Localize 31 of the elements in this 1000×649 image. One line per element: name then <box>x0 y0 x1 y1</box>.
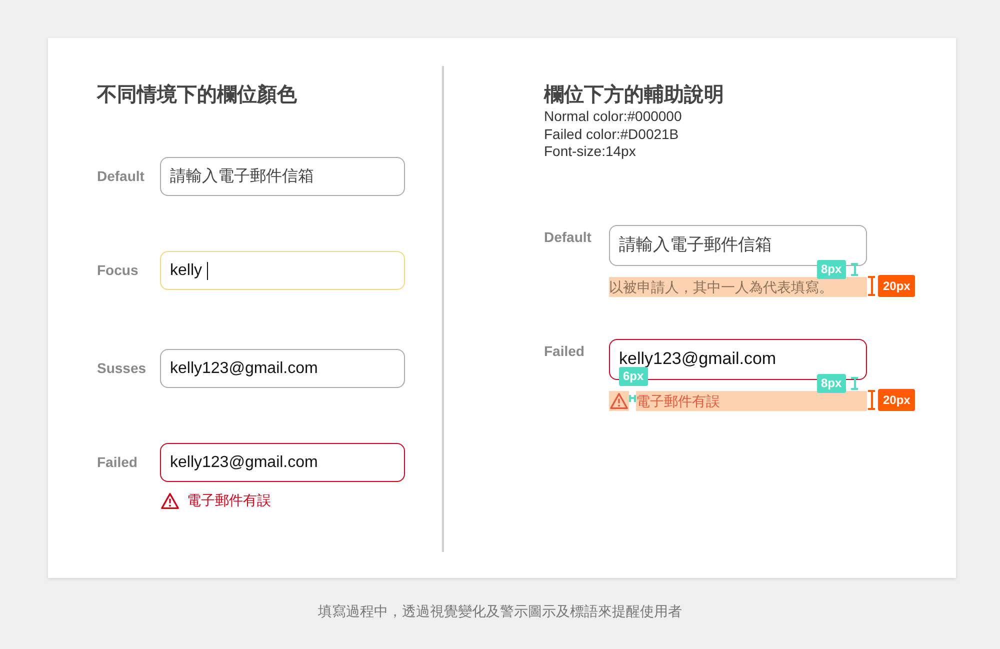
spacing-badge: 6px <box>619 366 648 386</box>
field-label: Failed <box>97 453 138 472</box>
spacing-marker <box>629 394 636 402</box>
input-field[interactable]: kelly <box>160 251 405 290</box>
height-badge: 20px <box>878 274 916 296</box>
spec-note: Failed color:#D0021B <box>544 126 680 143</box>
spacing-marker <box>851 376 858 390</box>
spec-note: Normal color:#000000 <box>544 108 683 126</box>
field-label: Failed <box>544 342 586 360</box>
caption: 填寫過程中，透過視覺變化及警示圖示及標語來提醒使用者 <box>317 602 683 621</box>
section-title: 不同情境下的欄位顏色 <box>97 82 298 108</box>
field-label: Susses <box>97 359 148 378</box>
spacing-badge: 8px <box>817 374 846 392</box>
field-label: Default <box>544 228 592 246</box>
spec-note: Font-size:14px <box>544 143 637 160</box>
field-label: Default <box>97 167 146 186</box>
error-message: 電子郵件有誤 <box>187 491 271 510</box>
warning-icon <box>610 392 628 410</box>
height-badge: 20px <box>878 388 916 410</box>
field-label: Focus <box>97 261 140 280</box>
input-field[interactable]: kelly123@gmail.com <box>160 349 405 388</box>
height-marker <box>868 276 875 296</box>
helper-text: 電子郵件有誤 <box>636 390 867 410</box>
input-field[interactable]: 請輸入電子郵件信箱 <box>160 157 405 196</box>
section-title: 欄位下方的輔助說明 <box>544 82 725 108</box>
spacing-marker <box>851 262 858 276</box>
warning-icon <box>161 492 179 510</box>
height-marker <box>868 390 875 410</box>
input-field[interactable]: kelly123@gmail.com <box>160 443 405 482</box>
spacing-badge: 8px <box>817 260 846 278</box>
helper-text: 以被申請人，其中一人為代表填寫。 <box>609 276 867 296</box>
